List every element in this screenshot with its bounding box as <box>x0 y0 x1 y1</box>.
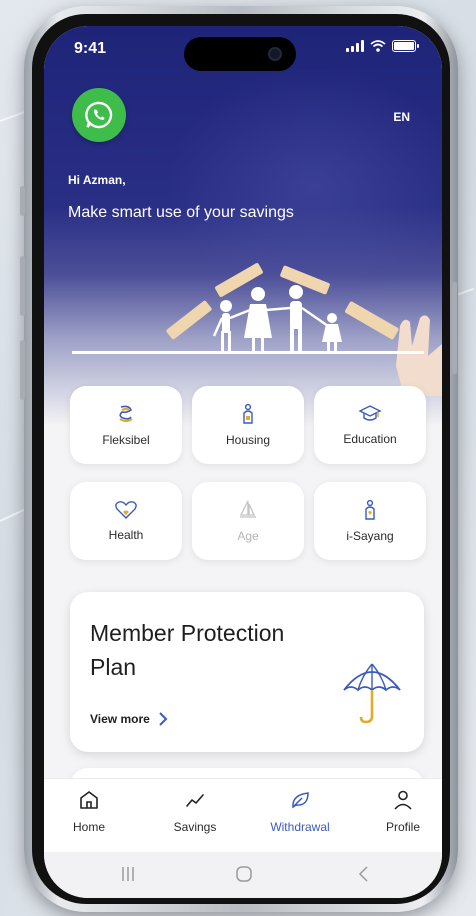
whatsapp-icon <box>85 101 113 129</box>
flexible-coins-icon <box>119 405 133 423</box>
leaf-icon <box>292 792 309 809</box>
recent-apps-icon[interactable] <box>118 864 138 884</box>
status-icons <box>346 40 419 52</box>
phone-side-button <box>20 256 25 316</box>
sailboat-icon <box>239 500 256 518</box>
chevron-right-icon <box>159 712 168 726</box>
category-label: Housing <box>225 433 271 447</box>
category-label: Health <box>108 528 144 542</box>
category-label: Age <box>237 529 259 543</box>
system-navigation-bar <box>44 852 442 898</box>
category-i-sayang[interactable]: i-Sayang <box>314 482 426 560</box>
family-house-illustration <box>72 263 442 396</box>
hero-subtitle: Make smart use of your savings <box>68 204 294 221</box>
nav-label: Home <box>72 820 105 834</box>
heart-icon <box>115 501 137 519</box>
category-age[interactable]: Age <box>192 482 304 560</box>
housing-icon <box>243 403 253 424</box>
graduation-cap-icon <box>358 405 382 421</box>
nav-home[interactable]: Home <box>49 789 129 834</box>
battery-icon <box>392 40 419 52</box>
status-time: 9:41 <box>74 40 107 57</box>
nav-profile[interactable]: Profile <box>363 789 442 834</box>
home-system-icon[interactable] <box>234 864 254 884</box>
whatsapp-button[interactable] <box>72 88 126 142</box>
nav-label: Profile <box>385 820 420 834</box>
member-protection-card[interactable]: Member Protection Plan View more <box>70 592 424 752</box>
greeting-text: Hi Azman, <box>68 173 126 187</box>
category-fleksibel[interactable]: Fleksibel <box>70 386 182 464</box>
umbrella-icon <box>343 663 401 724</box>
trend-line-icon <box>186 794 204 807</box>
dynamic-island <box>184 37 296 71</box>
phone-side-button <box>20 340 25 400</box>
category-label: Education <box>343 432 397 446</box>
wifi-icon <box>370 40 386 52</box>
home-icon <box>80 791 98 809</box>
category-housing[interactable]: Housing <box>192 386 304 464</box>
profile-icon <box>394 790 412 810</box>
signal-icon <box>346 40 364 52</box>
category-label: i-Sayang <box>346 529 394 543</box>
language-toggle[interactable]: EN <box>393 110 410 124</box>
nav-label: Savings <box>173 820 217 834</box>
nav-savings[interactable]: Savings <box>155 789 235 834</box>
category-health[interactable]: Health <box>70 482 182 560</box>
nav-label: Withdrawal <box>270 820 330 834</box>
category-education[interactable]: Education <box>314 386 426 464</box>
view-more-link[interactable]: View more <box>90 712 168 726</box>
hero-banner: 9:41 EN Hi Azman, Make smart use of your… <box>44 26 442 426</box>
view-more-label: View more <box>90 712 150 726</box>
card-title: Member Protection Plan <box>90 620 285 680</box>
back-icon[interactable] <box>354 864 374 884</box>
nav-withdrawal[interactable]: Withdrawal <box>260 789 340 834</box>
app-screen: 9:41 EN Hi Azman, Make smart use of your… <box>44 26 442 898</box>
person-icon <box>365 499 375 520</box>
phone-side-button <box>452 282 457 374</box>
phone-side-button <box>20 186 25 216</box>
category-label: Fleksibel <box>102 433 150 447</box>
bottom-navigation: Home Savings Withdrawal Profile <box>44 778 442 854</box>
